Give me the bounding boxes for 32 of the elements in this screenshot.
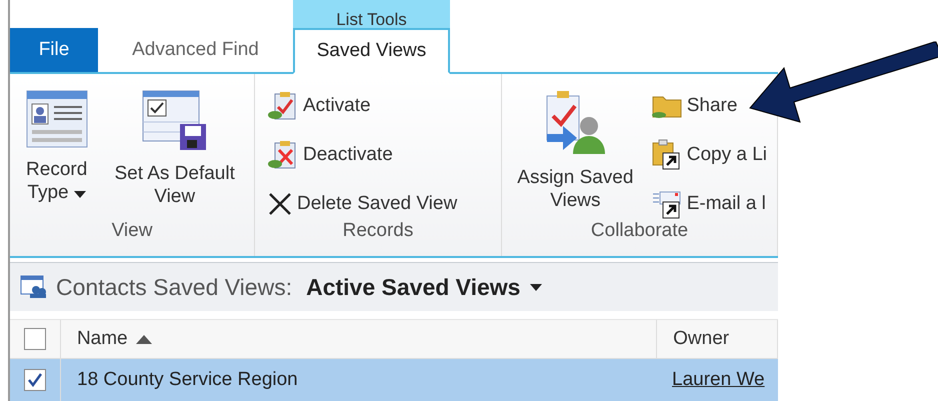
ribbon-button[interactable]: E-mail a l bbox=[650, 188, 766, 220]
ribbon-tab[interactable]: Saved Views bbox=[293, 28, 450, 74]
contextual-tab-header: List Tools bbox=[293, 0, 450, 28]
dropdown-caret-icon bbox=[530, 284, 542, 290]
column-header[interactable]: Owner bbox=[657, 320, 778, 358]
check-icon bbox=[27, 373, 43, 387]
ribbon-button[interactable]: Copy a Li bbox=[650, 139, 767, 171]
ribbon-button[interactable]: Record Type bbox=[22, 90, 92, 220]
ribbon-button[interactable]: Delete Saved View bbox=[267, 188, 458, 220]
ribbon-button[interactable]: Activate bbox=[267, 90, 371, 122]
column-header[interactable]: Name bbox=[60, 320, 658, 358]
group-label: Collaborate bbox=[590, 220, 690, 243]
grid-row[interactable]: 18 County Service Region Lauren We bbox=[10, 359, 778, 401]
group-label: View bbox=[110, 220, 154, 243]
view-list-icon bbox=[20, 275, 48, 299]
contact-card-icon bbox=[26, 90, 88, 148]
ribbon-tab[interactable]: Advanced Find bbox=[98, 28, 293, 72]
ribbon-button[interactable]: Set As Default View bbox=[105, 90, 244, 220]
entity-label: Contacts Saved Views: bbox=[56, 274, 292, 300]
view-selector[interactable]: Active Saved Views bbox=[306, 274, 542, 300]
row-checkbox[interactable] bbox=[24, 369, 46, 391]
select-all-checkbox[interactable] bbox=[24, 328, 46, 350]
ribbon-button[interactable]: Assign Saved Views bbox=[514, 90, 637, 220]
checklist-save-icon bbox=[142, 90, 208, 152]
close-icon bbox=[267, 191, 293, 217]
assign-user-icon bbox=[545, 90, 606, 156]
ribbon-button[interactable]: Share bbox=[650, 90, 738, 122]
owner-link[interactable]: Lauren We bbox=[658, 359, 765, 401]
file-tab[interactable]: File bbox=[10, 28, 98, 72]
ribbon-button[interactable]: Deactivate bbox=[267, 139, 393, 171]
table-cell-text: 18 County Service Region bbox=[76, 368, 299, 392]
group-label: Records bbox=[342, 220, 414, 243]
